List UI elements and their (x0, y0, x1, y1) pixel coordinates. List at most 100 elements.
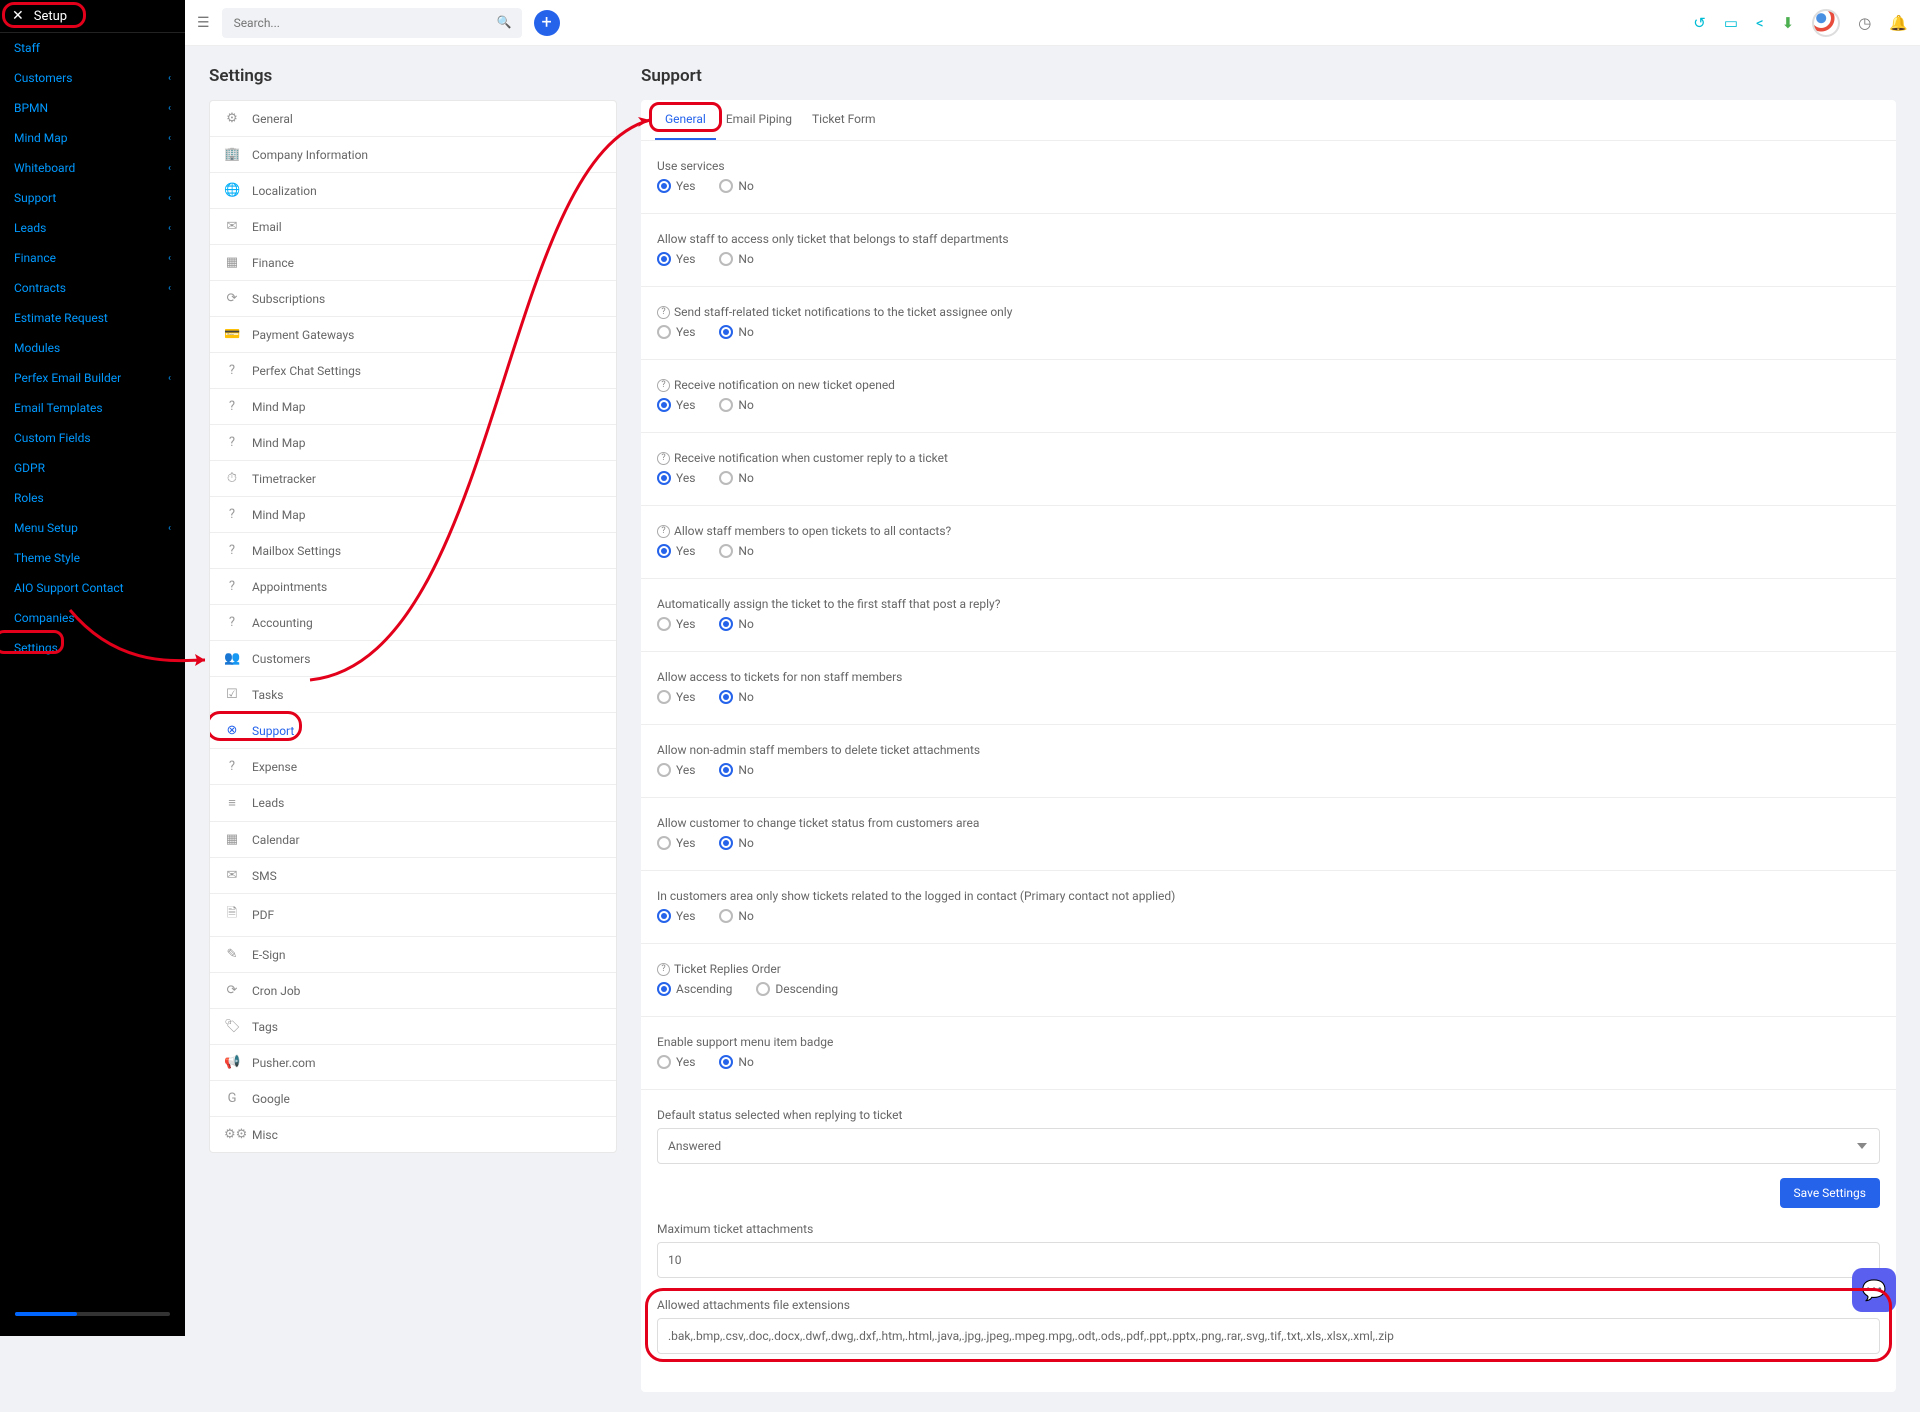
settings-row-perfex-chat-settings[interactable]: ?Perfex Chat Settings (210, 353, 616, 389)
opt6-yes[interactable]: Yes (657, 617, 695, 631)
settings-row-misc[interactable]: ⚙⚙Misc (210, 1117, 616, 1152)
opt2-no[interactable]: No (719, 325, 753, 339)
sidebar-item-email-templates[interactable]: Email Templates (0, 393, 185, 423)
sidebar-item-perfex-email-builder[interactable]: Perfex Email Builder‹ (0, 363, 185, 393)
settings-row-tasks[interactable]: ☑Tasks (210, 677, 616, 713)
add-button[interactable]: + (534, 10, 560, 36)
sidebar-item-modules[interactable]: Modules (0, 333, 185, 363)
sidebar-item-roles[interactable]: Roles (0, 483, 185, 513)
settings-row-general[interactable]: ⚙General (210, 101, 616, 137)
opt0-no[interactable]: No (719, 179, 753, 193)
sidebar-item-companies[interactable]: Companies (0, 603, 185, 633)
settings-row-accounting[interactable]: ?Accounting (210, 605, 616, 641)
settings-row-tags[interactable]: 🏷Tags (210, 1009, 616, 1045)
sidebar-item-gdpr[interactable]: GDPR (0, 453, 185, 483)
settings-row-leads[interactable]: ≡Leads (210, 785, 616, 822)
status-select[interactable]: Answered (657, 1128, 1880, 1164)
sidebar-scrollbar[interactable] (15, 1312, 170, 1316)
max-att-input[interactable] (657, 1242, 1880, 1278)
card-icon[interactable]: ▭ (1724, 14, 1738, 32)
opt4-no[interactable]: No (719, 471, 753, 485)
sidebar-item-staff[interactable]: Staff (0, 33, 185, 63)
share-icon[interactable]: < (1756, 14, 1764, 32)
opt6-no[interactable]: No (719, 617, 753, 631)
replies-desc[interactable]: Descending (756, 982, 838, 996)
settings-row-calendar[interactable]: ▦Calendar (210, 822, 616, 858)
close-icon[interactable]: ✕ (12, 8, 24, 24)
opt3-yes[interactable]: Yes (657, 398, 695, 412)
settings-row-mailbox-settings[interactable]: ?Mailbox Settings (210, 533, 616, 569)
tab-email-piping[interactable]: Email Piping (716, 100, 802, 140)
sidebar-item-theme-style[interactable]: Theme Style (0, 543, 185, 573)
settings-row-timetracker[interactable]: ⏱Timetracker (210, 461, 616, 497)
sidebar-item-settings[interactable]: Settings (0, 633, 185, 663)
settings-row-localization[interactable]: 🌐Localization (210, 173, 616, 209)
opt9-yes[interactable]: Yes (657, 836, 695, 850)
settings-row-company-information[interactable]: 🏢Company Information (210, 137, 616, 173)
opt10-yes[interactable]: Yes (657, 909, 695, 923)
badge-no[interactable]: No (719, 1055, 753, 1069)
help-icon[interactable]: ? (657, 379, 670, 392)
settings-row-customers[interactable]: 👥Customers (210, 641, 616, 677)
download-icon[interactable]: ⬇ (1782, 14, 1795, 32)
settings-row-google[interactable]: GGoogle (210, 1081, 616, 1117)
settings-row-mind-map[interactable]: ?Mind Map (210, 497, 616, 533)
search-input[interactable] (222, 8, 522, 38)
sidebar-item-finance[interactable]: Finance‹ (0, 243, 185, 273)
sidebar-item-mind-map[interactable]: Mind Map‹ (0, 123, 185, 153)
sidebar-item-menu-setup[interactable]: Menu Setup‹ (0, 513, 185, 543)
replies-asc[interactable]: Ascending (657, 982, 732, 996)
settings-row-mind-map[interactable]: ?Mind Map (210, 425, 616, 461)
settings-row-email[interactable]: ✉Email (210, 209, 616, 245)
settings-row-cron-job[interactable]: ⟳Cron Job (210, 973, 616, 1009)
sidebar-item-estimate-request[interactable]: Estimate Request (0, 303, 185, 333)
help-icon[interactable]: ? (657, 452, 670, 465)
sidebar-item-contracts[interactable]: Contracts‹ (0, 273, 185, 303)
settings-row-e-sign[interactable]: ✎E-Sign (210, 937, 616, 973)
settings-row-support[interactable]: ⊗Support (210, 713, 616, 749)
sidebar-item-whiteboard[interactable]: Whiteboard‹ (0, 153, 185, 183)
opt1-no[interactable]: No (719, 252, 753, 266)
history-icon[interactable]: ↺ (1693, 14, 1706, 32)
opt3-no[interactable]: No (719, 398, 753, 412)
settings-row-appointments[interactable]: ?Appointments (210, 569, 616, 605)
opt0-yes[interactable]: Yes (657, 179, 695, 193)
badge-yes[interactable]: Yes (657, 1055, 695, 1069)
opt7-no[interactable]: No (719, 690, 753, 704)
search-icon[interactable]: 🔍 (497, 15, 512, 29)
opt8-yes[interactable]: Yes (657, 763, 695, 777)
opt10-no[interactable]: No (719, 909, 753, 923)
chat-fab[interactable]: 💬 (1852, 1268, 1896, 1312)
sidebar-item-customers[interactable]: Customers‹ (0, 63, 185, 93)
sidebar-item-support[interactable]: Support‹ (0, 183, 185, 213)
opt5-no[interactable]: No (719, 544, 753, 558)
settings-row-pusher.com[interactable]: 📢Pusher.com (210, 1045, 616, 1081)
settings-row-mind-map[interactable]: ?Mind Map (210, 389, 616, 425)
menu-icon[interactable]: ☰ (197, 15, 210, 31)
tab-ticket-form[interactable]: Ticket Form (802, 100, 886, 140)
settings-row-sms[interactable]: ✉SMS (210, 858, 616, 894)
opt7-yes[interactable]: Yes (657, 690, 695, 704)
settings-row-pdf[interactable]: 🗎PDF (210, 894, 616, 937)
opt9-no[interactable]: No (719, 836, 753, 850)
settings-row-finance[interactable]: ▦Finance (210, 245, 616, 281)
help-icon[interactable]: ? (657, 306, 670, 319)
opt1-yes[interactable]: Yes (657, 252, 695, 266)
clock-icon[interactable]: ◷ (1858, 14, 1871, 32)
bell-icon[interactable]: 🔔 (1889, 14, 1908, 32)
help-icon[interactable]: ? (657, 525, 670, 538)
opt5-yes[interactable]: Yes (657, 544, 695, 558)
settings-row-expense[interactable]: ?Expense (210, 749, 616, 785)
tab-general[interactable]: General (655, 100, 716, 140)
sidebar-item-aio-support-contact[interactable]: AIO Support Contact (0, 573, 185, 603)
ext-input[interactable] (657, 1318, 1880, 1354)
sidebar-item-leads[interactable]: Leads‹ (0, 213, 185, 243)
settings-row-payment-gateways[interactable]: 💳Payment Gateways (210, 317, 616, 353)
opt2-yes[interactable]: Yes (657, 325, 695, 339)
opt4-yes[interactable]: Yes (657, 471, 695, 485)
avatar[interactable] (1812, 9, 1840, 37)
sidebar-item-bpmn[interactable]: BPMN‹ (0, 93, 185, 123)
help-icon[interactable]: ? (657, 963, 670, 976)
opt8-no[interactable]: No (719, 763, 753, 777)
settings-row-subscriptions[interactable]: ⟳Subscriptions (210, 281, 616, 317)
